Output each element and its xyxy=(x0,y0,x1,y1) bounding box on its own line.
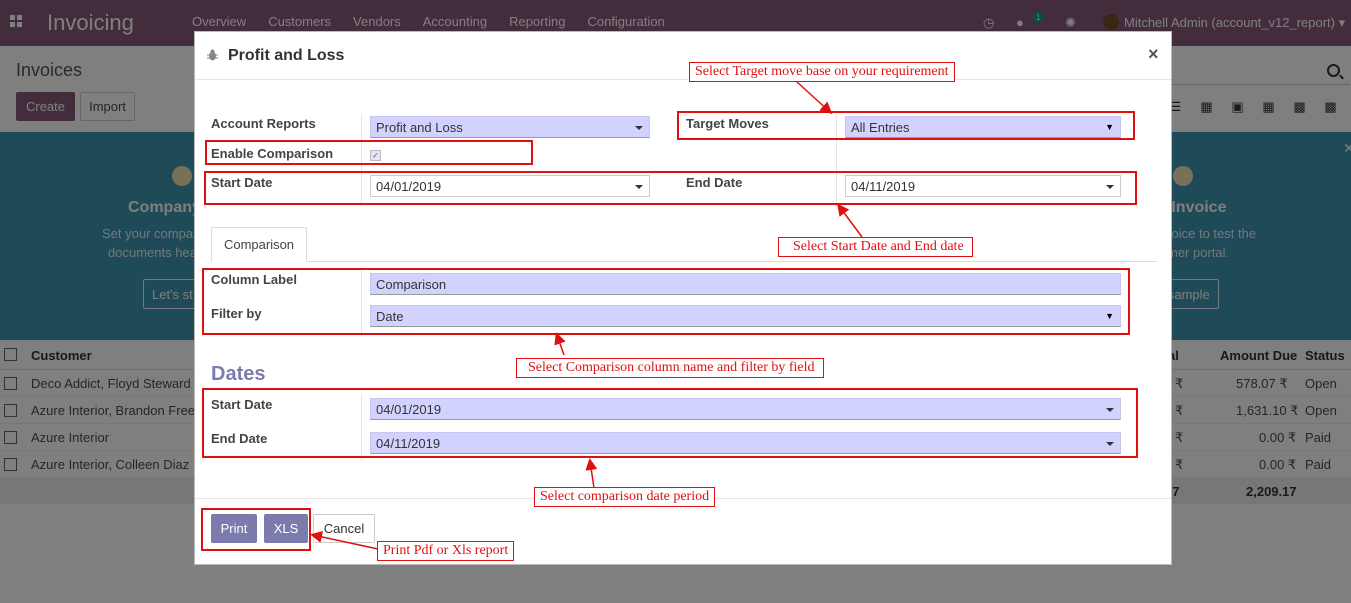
dates-section-title: Dates xyxy=(211,363,266,385)
dialog-title: Profit and Loss xyxy=(228,47,345,64)
annotation-print: Print Pdf or Xls report xyxy=(377,541,515,561)
account-reports-select[interactable]: Profit and Loss xyxy=(370,116,650,138)
annotation-highlight-print-buttons xyxy=(201,508,311,551)
annotation-highlight-target-moves xyxy=(677,111,1135,140)
annotation-dates: Select Start Date and End date xyxy=(778,237,973,257)
cancel-button[interactable]: Cancel xyxy=(313,514,375,543)
annotation-comparison: Select Comparison column name and filter… xyxy=(516,358,824,378)
tab-bar-line xyxy=(211,261,1157,262)
annotation-target-move: Select Target move base on your requirem… xyxy=(689,62,955,82)
debug-bug-icon xyxy=(207,49,218,61)
tab-comparison[interactable]: Comparison xyxy=(211,227,307,262)
annotation-highlight-enable-comparison xyxy=(205,140,533,165)
annotation-highlight-dates xyxy=(204,171,1137,205)
account-reports-label: Account Reports xyxy=(211,116,316,131)
annotation-highlight-comparison-dates xyxy=(202,388,1138,458)
annotation-comparison-dates: Select comparison date period xyxy=(534,487,716,507)
chevron-down-icon xyxy=(635,126,643,130)
close-icon[interactable]: × xyxy=(1148,44,1159,65)
account-reports-value: Profit and Loss xyxy=(376,120,463,135)
annotation-highlight-comparison-fields xyxy=(202,268,1130,335)
dialog-header: Profit and Loss × xyxy=(195,32,1171,80)
